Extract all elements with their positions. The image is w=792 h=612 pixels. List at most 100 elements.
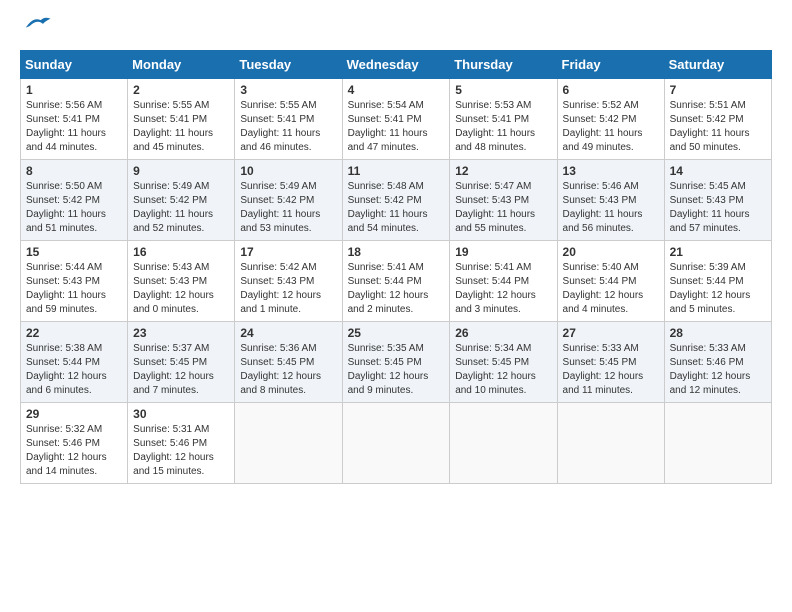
sunrise-label: Sunrise:	[348, 181, 387, 192]
daylight-label: Daylight: 11 hours and 48 minutes.	[455, 128, 535, 153]
sunset-label: Sunset:	[563, 357, 600, 368]
daylight-label: Daylight: 12 hours and 1 minute.	[240, 290, 321, 315]
daylight-label: Daylight: 12 hours and 4 minutes.	[563, 290, 644, 315]
sunrise-label: Sunrise:	[26, 343, 65, 354]
day-number: 21	[670, 245, 766, 259]
sunset-time: 5:43 PM	[492, 195, 529, 206]
sunrise-label: Sunrise:	[240, 262, 279, 273]
day-number: 14	[670, 164, 766, 178]
day-number: 13	[563, 164, 659, 178]
sunrise-label: Sunrise:	[670, 100, 709, 111]
sunset-label: Sunset:	[240, 195, 277, 206]
sunset-time: 5:43 PM	[63, 276, 100, 287]
sunset-time: 5:42 PM	[384, 195, 421, 206]
sunset-time: 5:43 PM	[277, 276, 314, 287]
day-number: 4	[348, 83, 445, 97]
sunset-label: Sunset:	[26, 276, 63, 287]
day-info: Sunrise: 5:35 AM Sunset: 5:45 PM Dayligh…	[348, 342, 445, 398]
day-info: Sunrise: 5:48 AM Sunset: 5:42 PM Dayligh…	[348, 180, 445, 236]
sunrise-label: Sunrise:	[670, 181, 709, 192]
sunset-time: 5:41 PM	[170, 114, 207, 125]
sunset-label: Sunset:	[348, 276, 385, 287]
sunset-time: 5:44 PM	[706, 276, 743, 287]
daylight-label: Daylight: 11 hours and 51 minutes.	[26, 209, 106, 234]
sunset-label: Sunset:	[240, 114, 277, 125]
sunset-label: Sunset:	[670, 357, 707, 368]
sunset-time: 5:44 PM	[63, 357, 100, 368]
sunrise-label: Sunrise:	[240, 181, 279, 192]
sunset-time: 5:42 PM	[63, 195, 100, 206]
calendar-day: 10 Sunrise: 5:49 AM Sunset: 5:42 PM Dayl…	[235, 160, 342, 241]
weekday-header: Saturday	[664, 51, 771, 79]
daylight-label: Daylight: 11 hours and 57 minutes.	[670, 209, 750, 234]
sunrise-time: 5:32 AM	[65, 424, 102, 435]
logo	[20, 20, 52, 42]
day-info: Sunrise: 5:39 AM Sunset: 5:44 PM Dayligh…	[670, 261, 766, 317]
sunrise-time: 5:41 AM	[387, 262, 424, 273]
calendar-day: 28 Sunrise: 5:33 AM Sunset: 5:46 PM Dayl…	[664, 322, 771, 403]
sunset-time: 5:44 PM	[492, 276, 529, 287]
sunset-label: Sunset:	[26, 114, 63, 125]
day-info: Sunrise: 5:49 AM Sunset: 5:42 PM Dayligh…	[240, 180, 336, 236]
sunrise-time: 5:55 AM	[173, 100, 210, 111]
calendar-day: 23 Sunrise: 5:37 AM Sunset: 5:45 PM Dayl…	[128, 322, 235, 403]
sunrise-label: Sunrise:	[348, 343, 387, 354]
day-number: 28	[670, 326, 766, 340]
daylight-label: Daylight: 12 hours and 9 minutes.	[348, 371, 429, 396]
sunset-time: 5:43 PM	[706, 195, 743, 206]
daylight-label: Daylight: 11 hours and 46 minutes.	[240, 128, 320, 153]
sunrise-time: 5:42 AM	[280, 262, 317, 273]
sunset-label: Sunset:	[348, 114, 385, 125]
sunrise-time: 5:33 AM	[709, 343, 746, 354]
sunrise-label: Sunrise:	[455, 181, 494, 192]
page-header	[20, 20, 772, 42]
day-info: Sunrise: 5:36 AM Sunset: 5:45 PM Dayligh…	[240, 342, 336, 398]
day-info: Sunrise: 5:33 AM Sunset: 5:46 PM Dayligh…	[670, 342, 766, 398]
day-info: Sunrise: 5:55 AM Sunset: 5:41 PM Dayligh…	[133, 99, 229, 155]
weekday-header: Sunday	[21, 51, 128, 79]
sunset-time: 5:43 PM	[599, 195, 636, 206]
sunset-label: Sunset:	[133, 276, 170, 287]
sunrise-time: 5:46 AM	[602, 181, 639, 192]
day-number: 18	[348, 245, 445, 259]
daylight-label: Daylight: 11 hours and 53 minutes.	[240, 209, 320, 234]
day-info: Sunrise: 5:32 AM Sunset: 5:46 PM Dayligh…	[26, 423, 122, 479]
day-number: 9	[133, 164, 229, 178]
empty-day	[557, 403, 664, 484]
sunset-label: Sunset:	[240, 357, 277, 368]
daylight-label: Daylight: 12 hours and 8 minutes.	[240, 371, 321, 396]
sunrise-label: Sunrise:	[26, 181, 65, 192]
day-number: 7	[670, 83, 766, 97]
calendar-day: 12 Sunrise: 5:47 AM Sunset: 5:43 PM Dayl…	[450, 160, 557, 241]
calendar-day: 1 Sunrise: 5:56 AM Sunset: 5:41 PM Dayli…	[21, 79, 128, 160]
day-number: 29	[26, 407, 122, 421]
calendar-day: 6 Sunrise: 5:52 AM Sunset: 5:42 PM Dayli…	[557, 79, 664, 160]
calendar-day: 29 Sunrise: 5:32 AM Sunset: 5:46 PM Dayl…	[21, 403, 128, 484]
daylight-label: Daylight: 11 hours and 54 minutes.	[348, 209, 428, 234]
day-number: 17	[240, 245, 336, 259]
empty-day	[450, 403, 557, 484]
sunrise-label: Sunrise:	[563, 343, 602, 354]
daylight-label: Daylight: 12 hours and 5 minutes.	[670, 290, 751, 315]
empty-day	[664, 403, 771, 484]
sunset-label: Sunset:	[26, 438, 63, 449]
sunset-label: Sunset:	[455, 114, 492, 125]
sunset-label: Sunset:	[240, 276, 277, 287]
sunset-time: 5:42 PM	[277, 195, 314, 206]
sunrise-time: 5:49 AM	[173, 181, 210, 192]
calendar-day: 2 Sunrise: 5:55 AM Sunset: 5:41 PM Dayli…	[128, 79, 235, 160]
day-info: Sunrise: 5:31 AM Sunset: 5:46 PM Dayligh…	[133, 423, 229, 479]
sunrise-label: Sunrise:	[348, 262, 387, 273]
sunrise-label: Sunrise:	[670, 343, 709, 354]
sunset-time: 5:41 PM	[492, 114, 529, 125]
day-info: Sunrise: 5:50 AM Sunset: 5:42 PM Dayligh…	[26, 180, 122, 236]
sunset-time: 5:42 PM	[170, 195, 207, 206]
calendar-day: 30 Sunrise: 5:31 AM Sunset: 5:46 PM Dayl…	[128, 403, 235, 484]
sunrise-label: Sunrise:	[240, 343, 279, 354]
day-number: 8	[26, 164, 122, 178]
calendar-day: 27 Sunrise: 5:33 AM Sunset: 5:45 PM Dayl…	[557, 322, 664, 403]
calendar-day: 24 Sunrise: 5:36 AM Sunset: 5:45 PM Dayl…	[235, 322, 342, 403]
calendar-day: 7 Sunrise: 5:51 AM Sunset: 5:42 PM Dayli…	[664, 79, 771, 160]
day-number: 16	[133, 245, 229, 259]
day-number: 20	[563, 245, 659, 259]
